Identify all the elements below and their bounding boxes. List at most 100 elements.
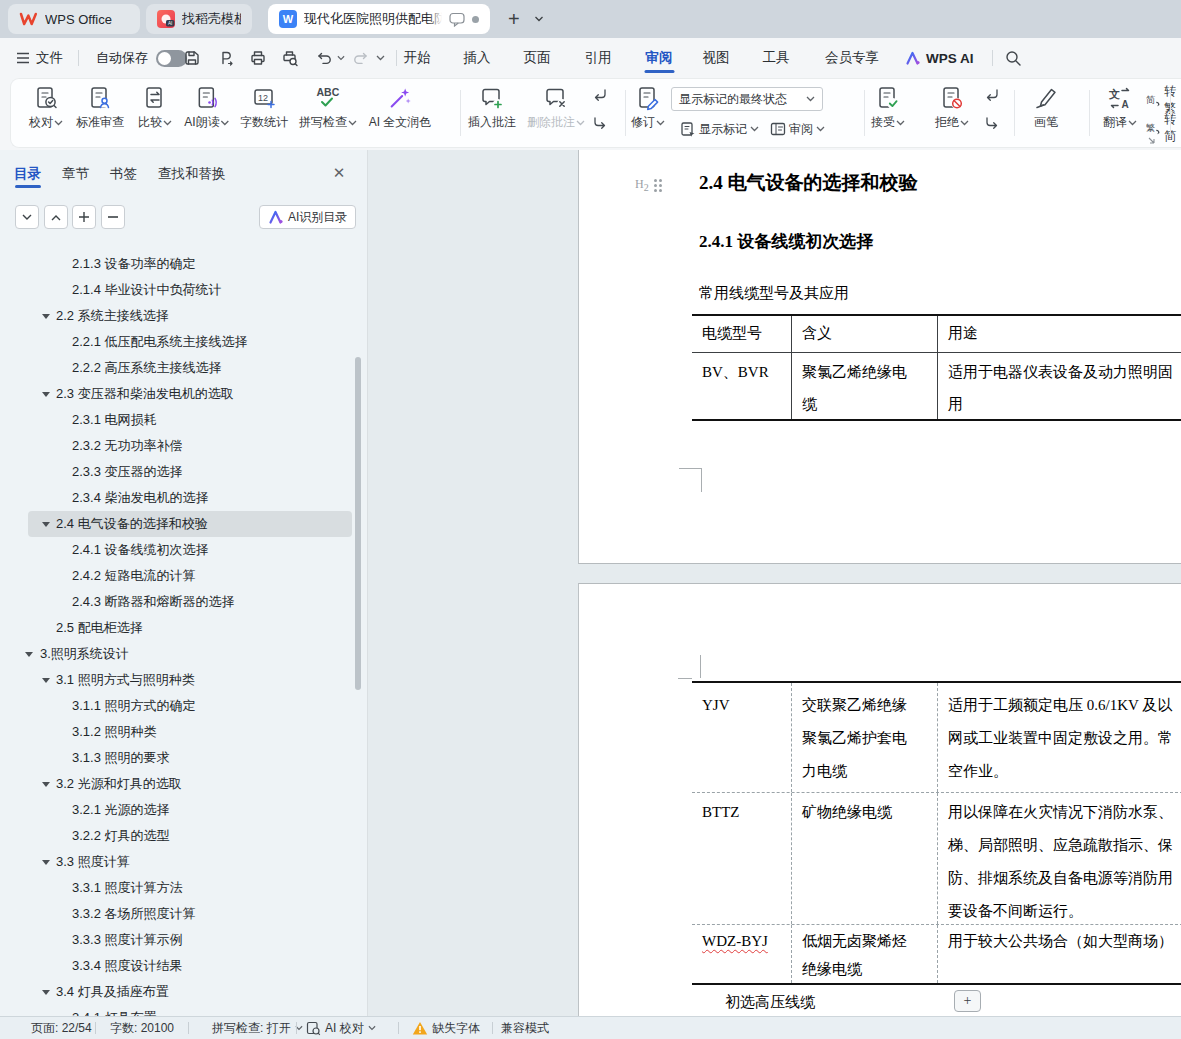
file-menu[interactable]: 文件 <box>16 38 63 78</box>
spell-check-status[interactable]: 拼写检查: 打开 <box>212 1017 303 1039</box>
wps-ai-button[interactable]: WPS AI <box>905 38 974 78</box>
tab-document-active[interactable]: W现代化医院照明供配电防雷及 <box>268 4 490 34</box>
sidebar-scrollbar[interactable] <box>355 357 361 690</box>
expand-triangle-icon[interactable] <box>25 652 33 657</box>
previous-change-icon[interactable] <box>984 87 1000 103</box>
menu-tab-工具[interactable]: 工具 <box>763 38 790 78</box>
collapse-level-button[interactable] <box>101 205 125 229</box>
toc-item[interactable]: 2.4.1 设备线缆初次选择 <box>0 537 354 563</box>
expand-triangle-icon[interactable] <box>42 782 50 787</box>
menu-tab-页面[interactable]: 页面 <box>524 38 551 78</box>
new-tab-button[interactable]: + <box>508 9 520 29</box>
sidebar-tab-章节[interactable]: 章节 <box>62 160 89 188</box>
toc-item[interactable]: 3.3.4 照度设计结果 <box>0 953 354 979</box>
toc-item[interactable]: 3.3 照度计算 <box>0 849 354 875</box>
sidebar-tab-目录[interactable]: 目录 <box>14 160 41 188</box>
convert-to-traditional-button[interactable]: 简转繁 <box>1146 90 1181 110</box>
toc-item[interactable]: 3.1.3 照明的要求 <box>0 745 354 771</box>
autosave-control[interactable]: 自动保存 <box>96 38 187 78</box>
expand-triangle-icon[interactable] <box>42 522 50 527</box>
ribbon-button-标准审查[interactable]: 标准审查 <box>76 85 124 131</box>
toc-item[interactable]: 2.4.3 断路器和熔断器的选择 <box>0 589 354 615</box>
collapse-all-button[interactable] <box>15 205 39 229</box>
more-actions-chevron-icon[interactable] <box>376 55 385 61</box>
page-indicator[interactable]: 页面: 22/54 <box>31 1017 92 1039</box>
ribbon-button-接受[interactable]: 接受 <box>871 85 905 131</box>
expand-all-button[interactable] <box>72 205 96 229</box>
toc-item[interactable]: 2.5 配电柜选择 <box>0 615 354 641</box>
menu-tab-引用[interactable]: 引用 <box>585 38 612 78</box>
toc-item[interactable]: 3.1.2 照明种类 <box>0 719 354 745</box>
menu-tab-视图[interactable]: 视图 <box>703 38 730 78</box>
ribbon-button-AI 全文润色[interactable]: AI 全文润色 <box>369 85 432 131</box>
toc-item[interactable]: 2.4 电气设备的选择和校验 <box>0 511 354 537</box>
toc-item[interactable]: 3.照明系统设计 <box>0 641 354 667</box>
toc-item[interactable]: 2.2.2 高压系统主接线选择 <box>0 355 354 381</box>
tab-wps-office[interactable]: WPS Office <box>8 4 140 34</box>
next-comment-icon[interactable] <box>592 115 608 131</box>
markup-state-dropdown[interactable]: 显示标记的最终状态 <box>671 87 823 111</box>
toc-item[interactable]: 2.3.3 变压器的选择 <box>0 459 354 485</box>
toc-item[interactable]: 2.2 系统主接线选择 <box>0 303 354 329</box>
toc-item[interactable]: 2.1.4 毕业设计中负荷统计 <box>0 277 354 303</box>
export-icon[interactable] <box>217 49 235 67</box>
undo-chevron-icon[interactable] <box>337 55 345 61</box>
toc-item[interactable]: 3.2.2 灯具的选型 <box>0 823 354 849</box>
toc-item[interactable]: 3.3.2 各场所照度计算 <box>0 901 354 927</box>
toc-item[interactable]: 2.3 变压器和柴油发电机的选取 <box>0 381 354 407</box>
ribbon-button-插入批注[interactable]: 插入批注 <box>468 85 516 131</box>
toc-item[interactable]: 2.3.2 无功功率补偿 <box>0 433 354 459</box>
ribbon-button-比较[interactable]: 比较 <box>138 85 172 131</box>
toc-item[interactable]: 3.1 照明方式与照明种类 <box>0 667 354 693</box>
expand-triangle-icon[interactable] <box>42 860 50 865</box>
ribbon-button-翻译[interactable]: 文A翻译 <box>1103 85 1137 131</box>
toc-item[interactable]: 2.2.1 低压配电系统主接线选择 <box>0 329 354 355</box>
word-count[interactable]: 字数: 20100 <box>110 1017 174 1039</box>
toc-item[interactable]: 3.3.3 照度计算示例 <box>0 927 354 953</box>
toc-item[interactable]: 3.4 灯具及插座布置 <box>0 979 354 1005</box>
print-icon[interactable] <box>249 49 267 67</box>
ribbon-button-删除批注[interactable]: 删除批注 <box>527 85 585 131</box>
review-pane-button[interactable]: 审阅 <box>770 118 825 140</box>
expand-triangle-icon[interactable] <box>42 392 50 397</box>
save-icon[interactable] <box>183 49 201 67</box>
expand-triangle-icon[interactable] <box>42 314 50 319</box>
document-page-1[interactable]: H22.4 电气设备的选择和校验2.4.1 设备线缆初次选择常用线缆型号及其应用… <box>578 150 1181 564</box>
search-icon[interactable] <box>1004 49 1022 67</box>
toc-item[interactable]: 3.2.1 光源的选择 <box>0 797 354 823</box>
drag-handle-icon[interactable] <box>654 179 662 192</box>
ribbon-button-画笔[interactable]: 画笔 <box>1033 85 1059 131</box>
group-expand-icon[interactable] <box>1146 135 1155 144</box>
preview-icon[interactable] <box>281 49 299 67</box>
missing-font-warning[interactable]: 缺失字体 <box>412 1017 480 1039</box>
expand-up-button[interactable] <box>44 205 68 229</box>
menu-tab-审阅[interactable]: 审阅 <box>646 38 673 78</box>
menu-tab-会员专享[interactable]: 会员专享 <box>825 38 879 78</box>
tab-list-chevron-icon[interactable] <box>534 16 544 22</box>
ai-proof-status[interactable]: AI 校对 <box>306 1017 376 1039</box>
ribbon-button-AI朗读[interactable]: AI朗读 <box>184 85 229 131</box>
menu-tab-插入[interactable]: 插入 <box>464 38 491 78</box>
ribbon-button-拒绝[interactable]: 拒绝 <box>935 85 969 131</box>
toc-item[interactable]: 2.4.2 短路电流的计算 <box>0 563 354 589</box>
redo-icon[interactable] <box>352 49 370 67</box>
ribbon-button-校对[interactable]: 校对 <box>29 85 63 131</box>
document-page-2[interactable]: YJV交联聚乙烯绝缘聚氯乙烯护套电力电缆适用于工频额定电压 0.6/1KV 及以… <box>578 583 1181 1016</box>
sidebar-tab-书签[interactable]: 书签 <box>110 160 137 188</box>
sidebar-tab-查找和替换[interactable]: 查找和替换 <box>158 160 226 188</box>
show-markup-button[interactable]: 显示标记 <box>680 118 759 140</box>
compat-mode[interactable]: 兼容模式 <box>501 1017 549 1039</box>
menu-tab-开始[interactable]: 开始 <box>404 38 431 78</box>
toc-item[interactable]: 2.3.4 柴油发电机的选择 <box>0 485 354 511</box>
toc-item[interactable]: 3.1.1 照明方式的确定 <box>0 693 354 719</box>
ai-recognize-toc-button[interactable]: AI识别目录 <box>259 205 356 229</box>
next-change-icon[interactable] <box>984 115 1000 131</box>
expand-triangle-icon[interactable] <box>42 990 50 995</box>
chat-bubble-icon[interactable] <box>449 12 465 27</box>
tab-docer-templates[interactable]: AI找稻壳模板 <box>146 4 252 34</box>
add-row-button[interactable]: + <box>954 990 981 1012</box>
undo-icon[interactable] <box>315 49 333 67</box>
toc-item[interactable]: 2.1.3 设备功率的确定 <box>0 251 354 277</box>
ribbon-button-拼写检查[interactable]: ABC拼写检查 <box>299 85 357 131</box>
expand-triangle-icon[interactable] <box>42 678 50 683</box>
